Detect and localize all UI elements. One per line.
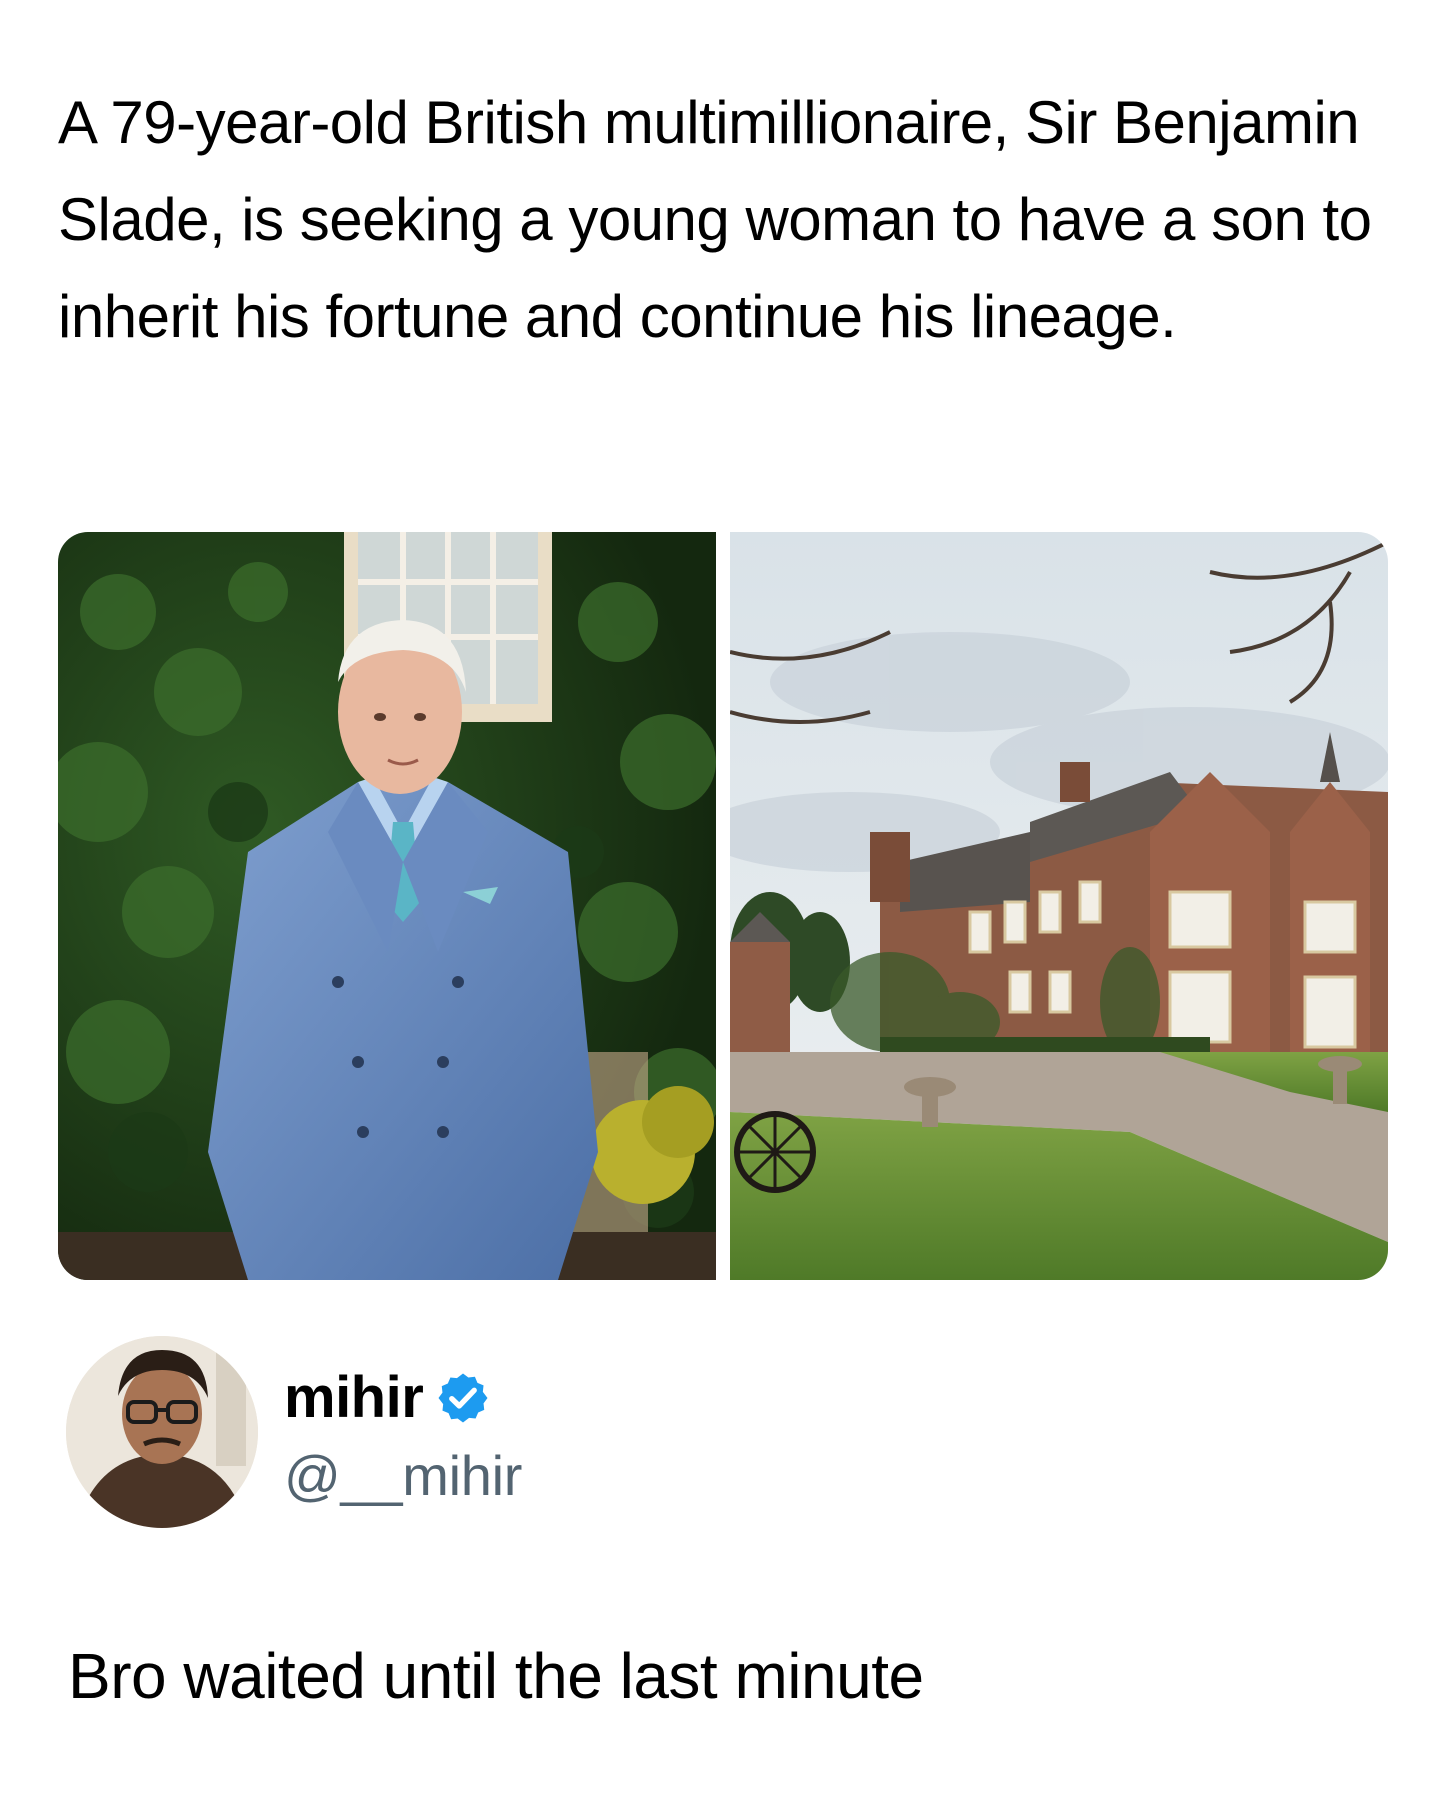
media-photo-house[interactable] <box>730 532 1388 1280</box>
display-name[interactable]: mihir <box>284 1366 424 1430</box>
media-grid <box>58 532 1388 1280</box>
photo-elderly-man-blue-suit <box>58 532 716 1280</box>
user-handle[interactable]: @__mihir <box>284 1446 522 1506</box>
avatar[interactable] <box>66 1336 258 1528</box>
photo-manor-house <box>730 532 1388 1280</box>
verified-badge-icon <box>435 1370 491 1426</box>
avatar-photo <box>66 1336 258 1528</box>
post-headline: A 79-year-old British multimillionaire, … <box>58 89 1372 350</box>
media-photo-man[interactable] <box>58 532 716 1280</box>
tweet-text: Bro waited until the last minute <box>68 1640 924 1712</box>
author-row: mihir @__mihir <box>66 1336 966 1532</box>
name-line: mihir <box>284 1366 491 1430</box>
